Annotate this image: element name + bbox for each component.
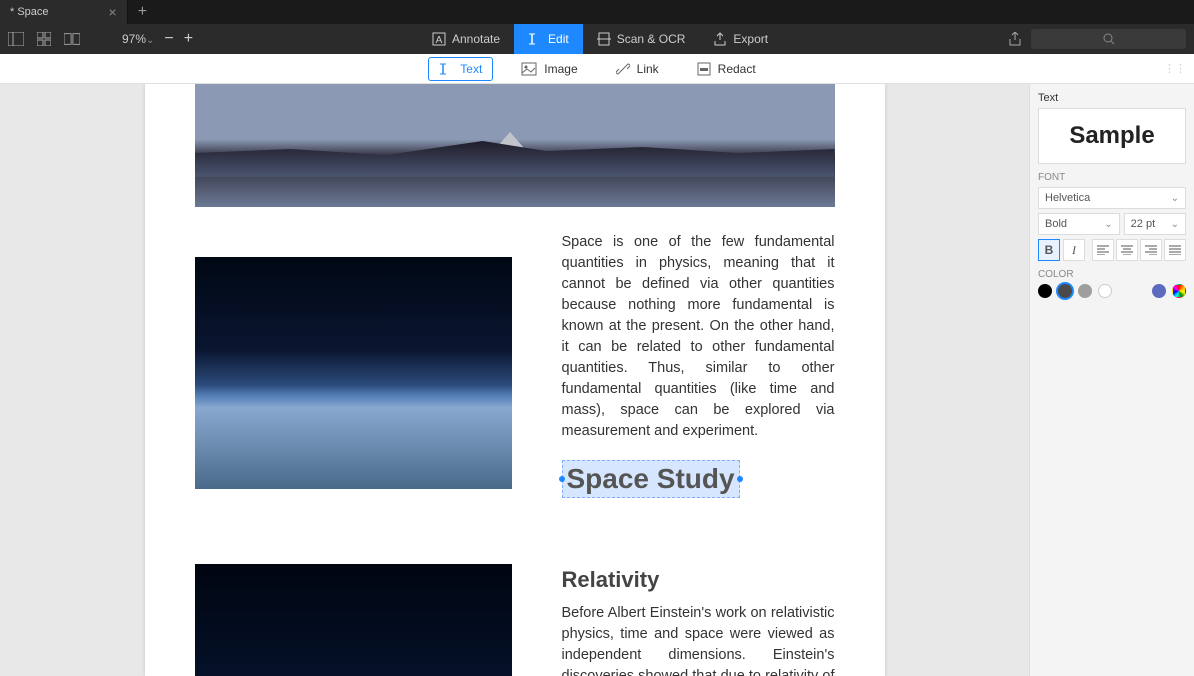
edit-label: Edit xyxy=(548,32,569,46)
document-tab[interactable]: * Space × xyxy=(0,0,128,24)
tab-title: * Space xyxy=(10,6,49,18)
color-swatch-gray[interactable] xyxy=(1078,284,1092,298)
font-weight-select[interactable]: Bold xyxy=(1038,213,1120,235)
italic-label: I xyxy=(1072,243,1076,258)
spread-icon[interactable] xyxy=(64,31,80,47)
image-tool-label: Image xyxy=(544,62,577,76)
toolbar-grip-icon[interactable]: ⋮⋮ xyxy=(1164,62,1186,75)
color-swatch-black[interactable] xyxy=(1038,284,1052,298)
align-justify-button[interactable] xyxy=(1164,239,1186,261)
search-icon xyxy=(1103,33,1115,45)
align-left-button[interactable] xyxy=(1092,239,1114,261)
font-weight-value: Bold xyxy=(1045,218,1067,230)
align-left-icon xyxy=(1097,245,1109,255)
text-tool-button[interactable]: Text xyxy=(428,57,493,81)
zoom-in-button[interactable]: + xyxy=(184,30,193,48)
doc-paragraph-2[interactable]: Before Albert Einstein's work on relativ… xyxy=(562,603,835,676)
align-justify-icon xyxy=(1169,245,1181,255)
annotate-button[interactable]: A Annotate xyxy=(418,24,514,54)
close-icon[interactable]: × xyxy=(109,4,117,20)
font-section-label: FONT xyxy=(1038,172,1186,183)
scan-ocr-button[interactable]: Scan & OCR xyxy=(583,24,700,54)
sidebar-icon[interactable] xyxy=(8,31,24,47)
svg-text:A: A xyxy=(436,35,443,46)
doc-paragraph-1[interactable]: Space is one of the few fundamental quan… xyxy=(562,232,835,442)
document-page: Space is one of the few fundamental quan… xyxy=(145,84,885,676)
export-label: Export xyxy=(733,32,768,46)
zoom-level[interactable]: 97% xyxy=(122,32,154,46)
share-icon[interactable] xyxy=(1007,31,1023,47)
doc-image-mountain[interactable] xyxy=(195,84,835,207)
edit-button[interactable]: Edit xyxy=(514,24,583,54)
image-tool-button[interactable]: Image xyxy=(511,58,587,80)
new-tab-button[interactable]: + xyxy=(128,3,157,21)
redact-tool-label: Redact xyxy=(718,62,756,76)
italic-button[interactable]: I xyxy=(1063,239,1085,261)
panel-title: Text xyxy=(1038,92,1186,104)
align-center-button[interactable] xyxy=(1116,239,1138,261)
edit-subtoolbar: Text Image Link Redact ⋮⋮ xyxy=(0,54,1194,84)
link-tool-label: Link xyxy=(637,62,659,76)
link-tool-button[interactable]: Link xyxy=(606,58,669,80)
tabs-bar: * Space × + xyxy=(0,0,1194,24)
selected-text-heading[interactable]: Space Study xyxy=(562,460,740,498)
color-swatch-accent[interactable] xyxy=(1152,284,1166,298)
search-input[interactable] xyxy=(1031,29,1186,49)
color-picker-button[interactable] xyxy=(1172,284,1186,298)
font-family-value: Helvetica xyxy=(1045,192,1090,204)
zoom-out-button[interactable]: − xyxy=(164,30,173,48)
color-swatch-white[interactable] xyxy=(1098,284,1112,298)
doc-heading-relativity[interactable]: Relativity xyxy=(562,567,835,593)
text-properties-panel: Text Sample FONT Helvetica Bold 22 pt B … xyxy=(1029,84,1194,676)
color-swatch-darkgray[interactable] xyxy=(1058,284,1072,298)
font-size-select[interactable]: 22 pt xyxy=(1124,213,1186,235)
font-size-value: 22 pt xyxy=(1131,218,1155,230)
main-toolbar: 97% − + A Annotate Edit Scan & OCR Expor… xyxy=(0,24,1194,54)
thumbnails-icon[interactable] xyxy=(36,31,52,47)
redact-tool-button[interactable]: Redact xyxy=(687,58,766,80)
document-viewport[interactable]: Space is one of the few fundamental quan… xyxy=(0,84,1029,676)
align-center-icon xyxy=(1121,245,1133,255)
annotate-label: Annotate xyxy=(452,32,500,46)
align-right-icon xyxy=(1145,245,1157,255)
font-family-select[interactable]: Helvetica xyxy=(1038,187,1186,209)
bold-button[interactable]: B xyxy=(1038,239,1060,261)
doc-image-earth-horizon[interactable] xyxy=(195,257,512,489)
align-right-button[interactable] xyxy=(1140,239,1162,261)
color-section-label: COLOR xyxy=(1038,269,1186,280)
export-button[interactable]: Export xyxy=(699,24,782,54)
doc-image-earth-night[interactable] xyxy=(195,564,512,676)
scan-ocr-label: Scan & OCR xyxy=(617,32,686,46)
bold-label: B xyxy=(1045,243,1054,257)
sample-preview: Sample xyxy=(1038,108,1186,164)
text-tool-label: Text xyxy=(460,62,482,76)
